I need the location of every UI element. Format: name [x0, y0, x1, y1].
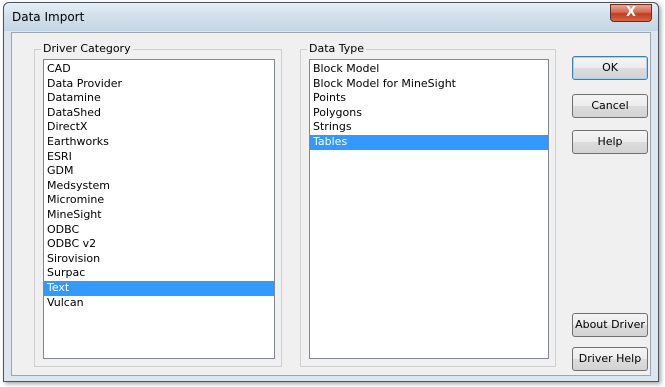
close-icon: X — [625, 5, 637, 20]
list-item[interactable]: Vulcan — [44, 296, 274, 311]
driver-help-button[interactable]: Driver Help — [572, 347, 648, 371]
list-item[interactable]: Strings — [310, 120, 548, 135]
list-item[interactable]: ODBC v2 — [44, 237, 274, 252]
list-item[interactable]: Surpac — [44, 266, 274, 281]
list-item[interactable]: Earthworks — [44, 135, 274, 150]
list-item[interactable]: DataShed — [44, 106, 274, 121]
ok-button[interactable]: OK — [572, 56, 648, 80]
driver-category-group: Driver Category CAD Data Provider Datamine… — [34, 42, 282, 367]
data-type-list[interactable]: Block Model Block Model for MineSight Poin… — [309, 59, 549, 359]
list-item[interactable]: Data Provider — [44, 77, 274, 92]
list-item[interactable]: Polygons — [310, 106, 548, 121]
title-bar[interactable]: Data Import X — [4, 3, 658, 31]
list-item[interactable]: ODBC — [44, 223, 274, 238]
list-item[interactable]: Datamine — [44, 91, 274, 106]
data-import-dialog: Data Import X Driver Category CAD Data Pr… — [3, 2, 659, 382]
list-item[interactable]: Sirovision — [44, 252, 274, 267]
close-button[interactable]: X — [610, 4, 652, 22]
data-type-label: Data Type — [307, 42, 367, 56]
list-item[interactable]: Block Model for MineSight — [310, 77, 548, 92]
list-item[interactable]: MineSight — [44, 208, 274, 223]
window-title: Data Import — [12, 10, 85, 24]
list-item[interactable]: Tables — [310, 134, 548, 150]
help-button[interactable]: Help — [572, 130, 648, 154]
dialog-client-area: Driver Category CAD Data Provider Datamine… — [11, 32, 651, 376]
list-item[interactable]: Micromine — [44, 193, 274, 208]
list-item[interactable]: Points — [310, 91, 548, 106]
list-item[interactable]: Medsystem — [44, 179, 274, 194]
list-item[interactable]: GDM — [44, 164, 274, 179]
about-driver-button[interactable]: About Driver — [572, 313, 648, 337]
data-type-group: Data Type Block Model Block Model for Min… — [300, 42, 556, 367]
list-item[interactable]: Text — [44, 280, 274, 296]
list-item[interactable]: Block Model — [310, 62, 548, 77]
cancel-button[interactable]: Cancel — [572, 94, 648, 118]
driver-category-list[interactable]: CAD Data Provider Datamine DataShed DirectX E… — [43, 59, 275, 359]
list-item[interactable]: CAD — [44, 62, 274, 77]
driver-category-label: Driver Category — [41, 42, 133, 56]
list-item[interactable]: DirectX — [44, 120, 274, 135]
list-item[interactable]: ESRI — [44, 150, 274, 165]
